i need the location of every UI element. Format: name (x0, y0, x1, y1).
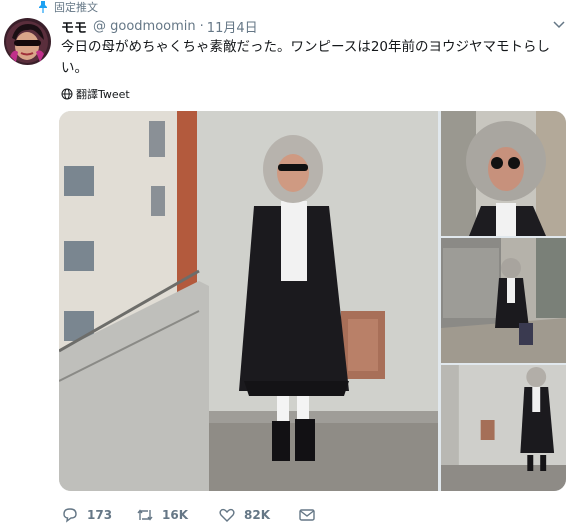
like-count: 82K (244, 508, 270, 522)
user-handle[interactable]: @ goodmoomin (93, 19, 196, 34)
photo-main[interactable] (59, 111, 438, 491)
globe-icon (61, 88, 73, 100)
pin-icon (39, 1, 47, 13)
like-button[interactable]: 82K (218, 506, 288, 524)
retweet-button[interactable]: 16K (136, 506, 218, 524)
avatar[interactable] (4, 18, 51, 65)
display-name[interactable]: モモ (61, 17, 87, 36)
photo-thumbnail-1[interactable] (441, 111, 566, 236)
mail-icon (299, 509, 315, 521)
pinned-label: 固定推文 (38, 0, 98, 14)
direct-message-button[interactable] (298, 506, 318, 524)
tweet-header: モモ @ goodmoomin · 11月4日 (61, 17, 258, 36)
reply-button[interactable]: 173 (61, 506, 118, 524)
photo-thumbnail-3[interactable] (441, 365, 566, 491)
chevron-down-icon[interactable] (551, 18, 567, 32)
heart-icon (219, 508, 235, 522)
reply-icon (63, 508, 77, 523)
translate-label: 翻譯Tweet (76, 88, 130, 101)
photo-thumbnail-2[interactable] (441, 238, 566, 363)
media-grid (59, 111, 566, 491)
tweet-text: 今日の母がめちゃくちゃ素敵だった。ワンピースは20年前のヨウジヤマモトらしい。 (61, 39, 551, 76)
separator: · (199, 18, 204, 34)
pinned-text: 固定推文 (54, 1, 98, 14)
timestamp[interactable]: 11月4日 (207, 17, 258, 36)
tweet-actions: 173 16K 82K (61, 505, 318, 525)
retweet-icon (137, 509, 153, 521)
translate-tweet-link[interactable]: 翻譯Tweet (61, 86, 130, 102)
reply-count: 173 (87, 508, 113, 522)
retweet-count: 16K (162, 508, 188, 522)
